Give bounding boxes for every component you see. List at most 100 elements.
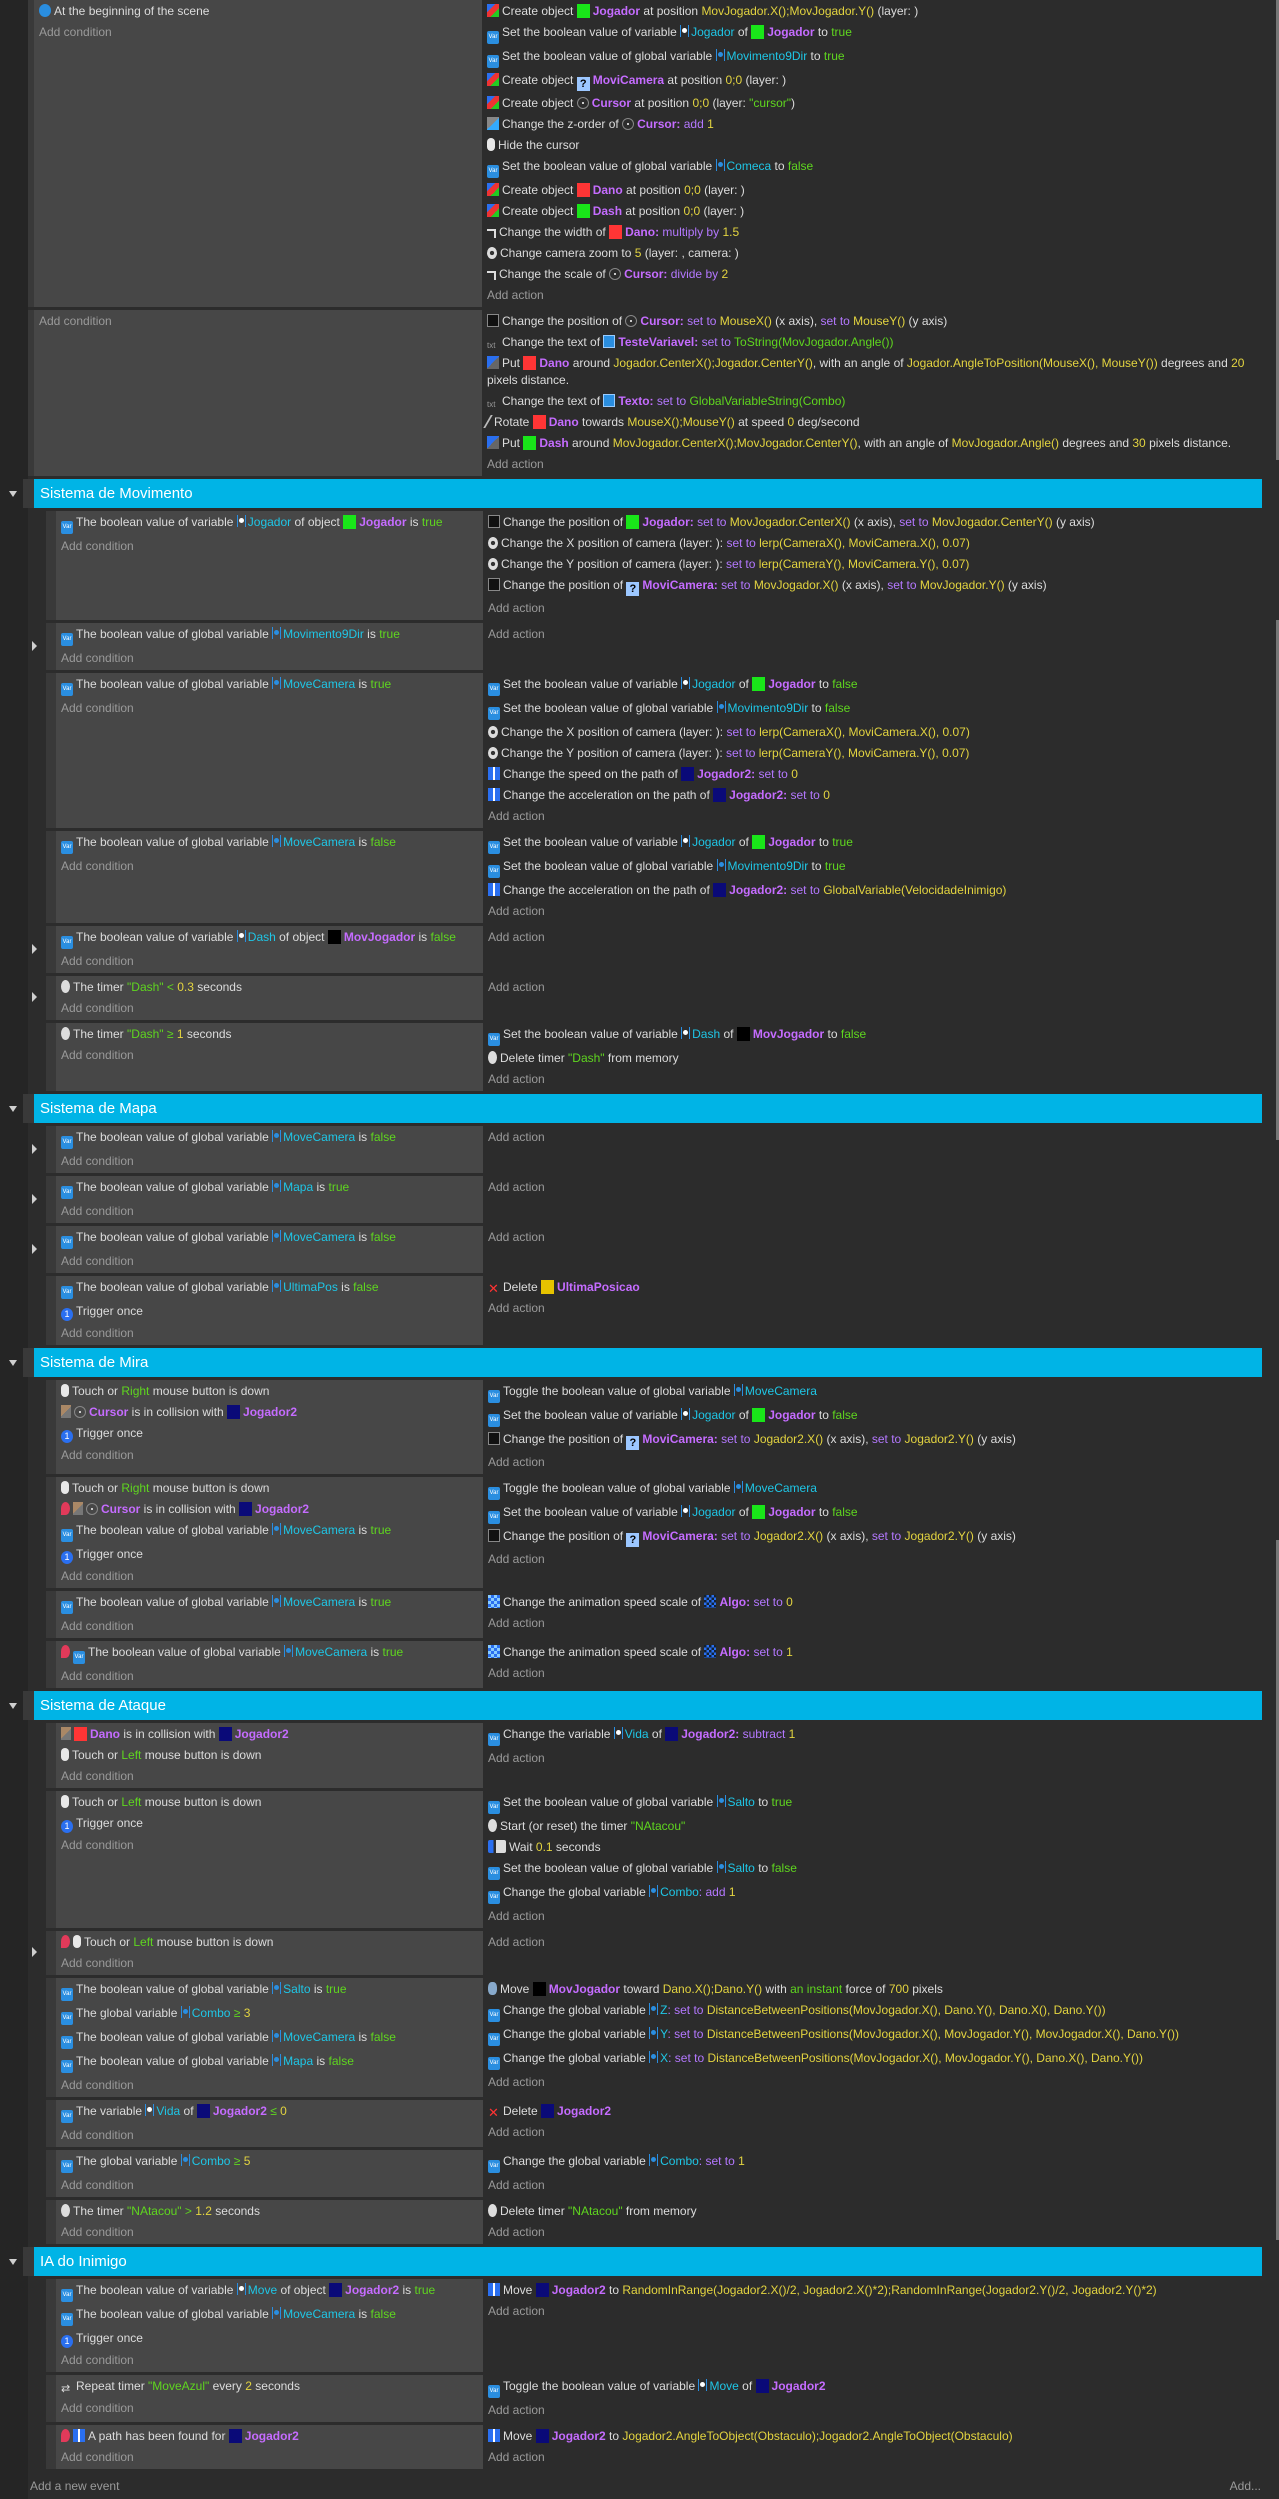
condition[interactable]: 1 Trigger once	[61, 1544, 479, 1566]
collapse-triangle-icon[interactable]	[9, 2259, 17, 2265]
add-condition-link[interactable]: Add condition	[61, 1953, 479, 1974]
condition[interactable]: Var The global variable Combo ≥ 3	[61, 2003, 479, 2027]
action[interactable]: Change the position of Cursor: set to Mo…	[487, 311, 1256, 332]
condition[interactable]: Var The boolean value of variable Jogador…	[61, 512, 479, 536]
event-handle[interactable]	[46, 623, 56, 670]
expand-arrow-icon[interactable]	[32, 640, 37, 651]
action[interactable]: Change the speed on the path of Jogador2…	[488, 764, 1256, 785]
add-condition-link[interactable]: Add condition	[61, 1766, 479, 1787]
group-handle[interactable]	[23, 2247, 34, 2276]
action[interactable]: Hide the cursor	[487, 135, 1256, 156]
add-action-link[interactable]: Add action	[488, 901, 1256, 922]
action[interactable]: Change the position of ? MoviCamera: set …	[488, 575, 1256, 598]
condition[interactable]: Var The boolean value of global variable …	[61, 1642, 479, 1666]
event-handle[interactable]	[46, 1176, 56, 1223]
action[interactable]: Var Set the boolean value of global varia…	[488, 1858, 1256, 1882]
add-action-link[interactable]: Add action	[488, 927, 1256, 948]
action[interactable]: Var Change the global variable Combo: set…	[488, 2151, 1256, 2175]
action[interactable]: Var Set the boolean value of variable Jog…	[488, 832, 1256, 856]
event-handle[interactable]	[46, 2100, 56, 2147]
add-condition-link[interactable]: Add condition	[61, 1151, 479, 1172]
condition[interactable]: Cursor is in collision with Jogador2	[61, 1499, 479, 1520]
event-handle[interactable]	[46, 1723, 56, 1788]
add-condition-link[interactable]: Add condition	[61, 1566, 479, 1587]
event-handle[interactable]	[46, 1380, 56, 1474]
add-condition-link[interactable]: Add condition	[61, 2447, 479, 2468]
event-handle[interactable]	[46, 2279, 56, 2372]
action[interactable]: ✕ Delete UltimaPosicao	[488, 1277, 1256, 1298]
group-sistema-de-ataque[interactable]: Sistema de Ataque	[0, 1691, 1262, 1720]
event-handle[interactable]	[46, 2150, 56, 2197]
condition[interactable]: Var The boolean value of variable Move of…	[61, 2280, 479, 2304]
collapse-triangle-icon[interactable]	[9, 1703, 17, 1709]
add-menu-button[interactable]: Add...	[1230, 2473, 1261, 2499]
action[interactable]: Var Change the global variable Z: set to …	[488, 2000, 1256, 2024]
group-sistema-de-mapa[interactable]: Sistema de Mapa	[0, 1094, 1262, 1123]
action[interactable]: Rotate Dano towards MouseX();MouseY() at…	[483, 412, 1256, 433]
action[interactable]: Start (or reset) the timer "NAtacou"	[488, 1816, 1256, 1837]
group-handle[interactable]	[23, 1348, 34, 1377]
condition[interactable]: 1 Trigger once	[61, 1423, 479, 1445]
action[interactable]: Var Toggle the boolean value of global va…	[488, 1478, 1256, 1502]
add-action-link[interactable]: Add action	[488, 1298, 1256, 1319]
condition[interactable]: Touch or Left mouse button is down	[61, 1792, 479, 1813]
action[interactable]: Var Change the variable Vida of Jogador2:…	[488, 1724, 1256, 1748]
condition[interactable]: The timer "Dash" ≥ 1 seconds	[61, 1024, 479, 1045]
collapse-triangle-icon[interactable]	[9, 1360, 17, 1366]
group-ia-do-inimigo[interactable]: IA do Inimigo	[0, 2247, 1262, 2276]
event-handle[interactable]	[46, 511, 56, 620]
add-action-link[interactable]: Add action	[488, 2301, 1256, 2322]
condition[interactable]: The timer "NAtacou" > 1.2 seconds	[61, 2201, 479, 2222]
event-handle[interactable]	[46, 1276, 56, 1345]
event-handle[interactable]	[46, 2200, 56, 2244]
action[interactable]: Change the X position of camera (layer: …	[488, 533, 1256, 554]
condition[interactable]: Touch or Right mouse button is down	[61, 1381, 479, 1402]
action[interactable]: Change camera zoom to 5 (layer: , camera…	[487, 243, 1256, 264]
add-action-link[interactable]: Add action	[487, 454, 1256, 475]
add-condition-link[interactable]: Add condition	[61, 536, 479, 557]
add-action-link[interactable]: Add action	[488, 624, 1256, 645]
add-action-link[interactable]: Add action	[488, 1127, 1256, 1148]
add-new-event-link[interactable]: Add a new event	[30, 2473, 119, 2499]
event-handle[interactable]	[46, 1023, 56, 1091]
condition[interactable]: Touch or Left mouse button is down	[61, 1932, 479, 1953]
add-action-link[interactable]: Add action	[488, 1069, 1256, 1090]
group-handle[interactable]	[23, 479, 34, 508]
add-condition-link[interactable]: Add condition	[61, 2075, 479, 2096]
condition[interactable]: At the beginning of the scene	[39, 1, 478, 22]
add-action-link[interactable]: Add action	[488, 2400, 1256, 2421]
add-condition-link[interactable]: Add condition	[61, 1045, 479, 1066]
action[interactable]: Change the z-order of Cursor: add 1	[487, 114, 1256, 135]
action[interactable]: Change the Y position of camera (layer: …	[488, 743, 1256, 764]
group-sistema-de-movimento[interactable]: Sistema de Movimento	[0, 479, 1262, 508]
add-condition-link[interactable]: Add condition	[61, 2222, 479, 2243]
action[interactable]: Move Jogador2 to Jogador2.AngleToObject(…	[488, 2426, 1256, 2447]
group-handle[interactable]	[23, 1691, 34, 1720]
action[interactable]: Put Dash around MovJogador.CenterX();Mov…	[487, 433, 1256, 454]
event-handle[interactable]	[46, 2375, 56, 2422]
action[interactable]: Change the position of ? MoviCamera: set …	[488, 1526, 1256, 1549]
expand-arrow-icon[interactable]	[32, 1243, 37, 1254]
event-handle[interactable]	[46, 1477, 56, 1588]
expand-arrow-icon[interactable]	[32, 992, 37, 1002]
add-condition-link[interactable]: Add condition	[61, 998, 479, 1019]
action[interactable]: Var Set the boolean value of global varia…	[488, 856, 1256, 880]
condition[interactable]: Dano is in collision with Jogador2	[61, 1724, 479, 1745]
action[interactable]: Change the animation speed scale of Algo…	[488, 1592, 1256, 1613]
action[interactable]: Delete timer "Dash" from memory	[488, 1048, 1256, 1069]
expand-arrow-icon[interactable]	[32, 1193, 37, 1204]
event-handle[interactable]	[46, 1226, 56, 1273]
action[interactable]: Var Set the boolean value of variable Das…	[488, 1024, 1256, 1048]
add-action-link[interactable]: Add action	[488, 1663, 1256, 1684]
condition[interactable]: 1 Trigger once	[61, 1301, 479, 1323]
add-condition-link[interactable]: Add condition	[61, 951, 479, 972]
add-condition-link[interactable]: Add condition	[61, 1835, 479, 1856]
group-handle[interactable]	[23, 1094, 34, 1123]
add-action-link[interactable]: Add action	[488, 1227, 1256, 1248]
condition[interactable]: Touch or Right mouse button is down	[61, 1478, 479, 1499]
action[interactable]: Change the X position of camera (layer: …	[488, 722, 1256, 743]
action[interactable]: Wait 0.1 seconds	[488, 1837, 1256, 1858]
action[interactable]: Move Jogador2 to RandomInRange(Jogador2.…	[488, 2280, 1256, 2301]
action[interactable]: Var Change the global variable Y: set to …	[488, 2024, 1256, 2048]
action[interactable]: Change the width of Dano: multiply by 1.…	[487, 222, 1256, 243]
